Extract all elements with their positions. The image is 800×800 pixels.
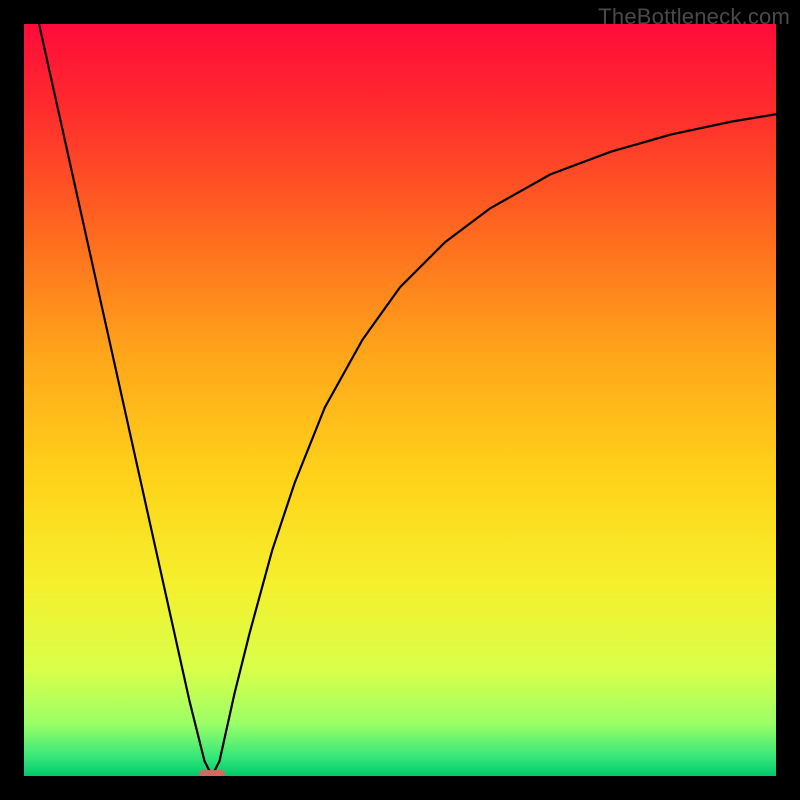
chart-frame <box>24 24 776 776</box>
bottleneck-chart <box>24 24 776 776</box>
optimal-marker <box>199 770 225 776</box>
watermark-text: TheBottleneck.com <box>598 4 790 30</box>
